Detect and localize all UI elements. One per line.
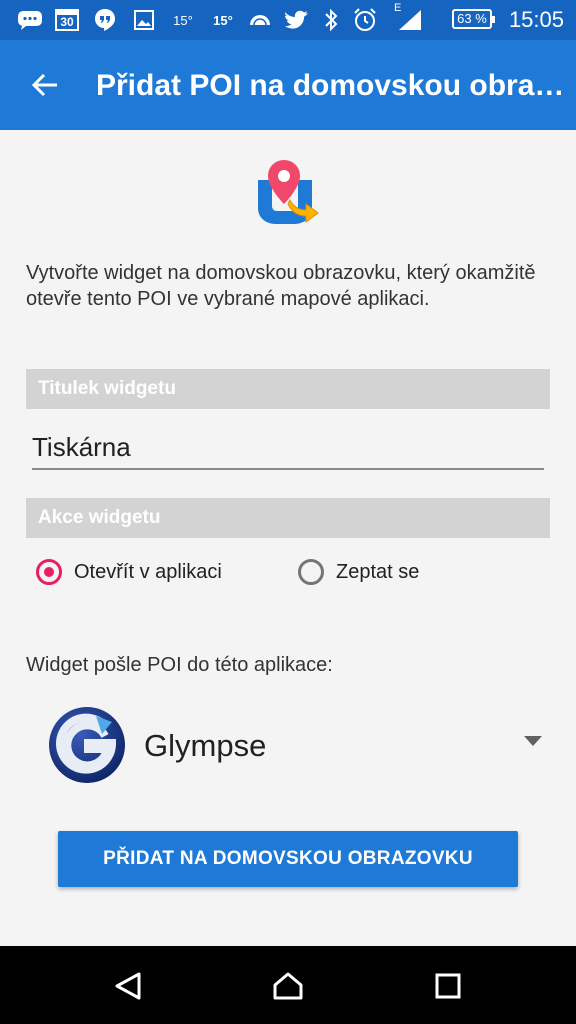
radio-ask[interactable]: Zeptat se — [298, 554, 419, 590]
nav-back-button[interactable] — [106, 964, 150, 1008]
description-text: Vytvořte widget na domovskou obrazovku, … — [26, 262, 536, 310]
message-icon — [16, 8, 44, 32]
home-icon — [273, 972, 303, 1000]
poi-widget-logo — [258, 160, 319, 224]
radio-open-in-app[interactable]: Otevřít v aplikaci — [36, 554, 222, 590]
glympse-app-icon — [49, 707, 125, 783]
nav-recents-button[interactable] — [426, 964, 470, 1008]
weather-temp-2: 15° — [213, 12, 233, 28]
twitter-icon — [284, 8, 310, 32]
radio-unselected-icon[interactable] — [298, 559, 324, 585]
widget-title-input[interactable] — [32, 426, 544, 470]
status-bar: 30 15° 15° E 63 % 15:05 — [0, 0, 576, 40]
radio-open-in-app-label: Otevřít v aplikaci — [74, 560, 222, 583]
widget-action-header: Akce widgetu — [26, 498, 550, 538]
alarm-icon — [352, 8, 378, 32]
calendar-day: 30 — [60, 15, 74, 29]
cloud-icon — [246, 8, 274, 32]
hangouts-icon — [92, 8, 118, 32]
app-selector-dropdown[interactable]: Glympse — [40, 700, 556, 790]
back-icon — [115, 972, 141, 1000]
clock: 15:05 — [508, 7, 564, 32]
signal-icon: E — [392, 2, 428, 32]
gallery-icon — [132, 8, 156, 32]
bluetooth-icon — [322, 8, 340, 32]
battery-level: 63 % — [457, 11, 487, 26]
network-type: E — [394, 2, 402, 14]
navigation-bar — [0, 946, 576, 1024]
app-bar: Přidat POI na domovskou obrazovku — [0, 40, 576, 130]
radio-selected-icon[interactable] — [36, 559, 62, 585]
selected-app-name: Glympse — [144, 728, 267, 763]
page-title: Přidat POI na domovskou obrazovku — [96, 69, 566, 102]
nav-home-button[interactable] — [266, 964, 310, 1008]
radio-ask-label: Zeptat se — [336, 560, 420, 583]
arrow-left-icon — [31, 73, 57, 97]
recents-icon — [435, 973, 461, 999]
chevron-down-icon — [524, 736, 542, 746]
target-app-label: Widget pošle POI do této aplikace: — [26, 654, 333, 676]
widget-title-header: Titulek widgetu — [26, 369, 550, 409]
back-button[interactable] — [22, 62, 68, 108]
add-to-homescreen-button[interactable]: PŘIDAT NA DOMOVSKOU OBRAZOVKU — [58, 831, 518, 887]
calendar-icon: 30 — [54, 8, 80, 32]
weather-temp-1: 15° — [173, 12, 193, 28]
battery-icon: 63 % — [452, 9, 495, 29]
